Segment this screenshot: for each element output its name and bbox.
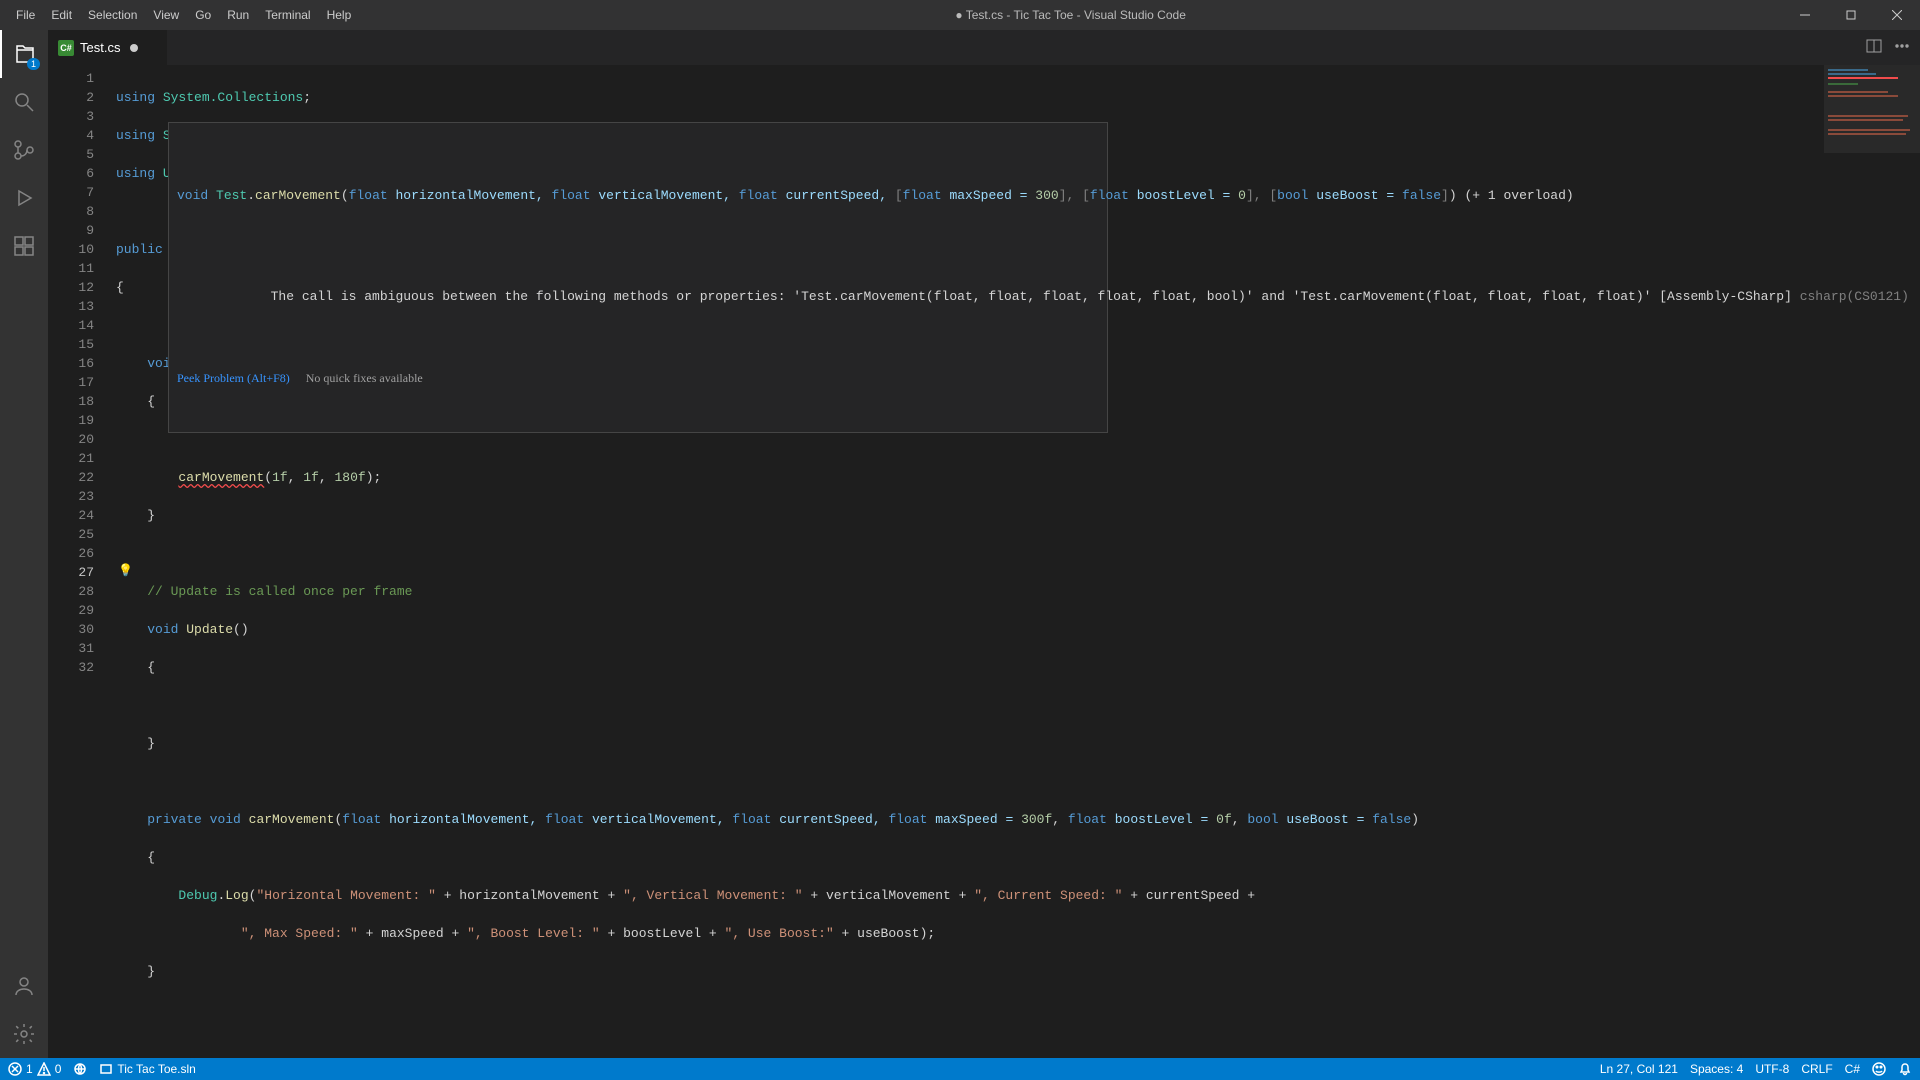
tab-label: Test.cs [80, 40, 120, 55]
status-language[interactable]: C# [1845, 1062, 1860, 1076]
status-feedback-icon[interactable] [1872, 1062, 1886, 1076]
menu-go[interactable]: Go [187, 0, 219, 30]
peek-problem-link[interactable]: Peek Problem (Alt+F8) [177, 369, 290, 388]
status-indent[interactable]: Spaces: 4 [1690, 1062, 1743, 1076]
minimap[interactable] [1824, 65, 1920, 1058]
error-hover-tooltip: void Test.carMovement(float horizontalMo… [168, 122, 1108, 433]
status-solution[interactable]: Tic Tac Toe.sln [99, 1062, 195, 1076]
menu-run[interactable]: Run [219, 0, 257, 30]
hover-signature: void Test.carMovement(float horizontalMo… [177, 167, 1099, 224]
explorer-icon[interactable]: 1 [0, 30, 48, 78]
search-icon[interactable] [0, 78, 48, 126]
menu-help[interactable]: Help [319, 0, 360, 30]
menu-view[interactable]: View [145, 0, 187, 30]
status-live-share-icon[interactable] [73, 1062, 87, 1076]
window-titlebar: File Edit Selection View Go Run Terminal… [0, 0, 1920, 30]
explorer-badge: 1 [27, 58, 40, 70]
window-controls [1782, 0, 1920, 30]
ambiguous-call-error[interactable]: carMovement [178, 470, 264, 485]
line-numbers: 1234567891011121314151617181920212223242… [48, 65, 116, 1058]
status-line-col[interactable]: Ln 27, Col 121 [1600, 1062, 1678, 1076]
editor-tabs: C# Test.cs [48, 30, 1920, 65]
settings-gear-icon[interactable] [0, 1010, 48, 1058]
code-editor[interactable]: 1234567891011121314151617181920212223242… [48, 65, 1920, 1058]
status-eol[interactable]: CRLF [1801, 1062, 1832, 1076]
status-encoding[interactable]: UTF-8 [1755, 1062, 1789, 1076]
more-actions-icon[interactable] [1894, 38, 1910, 57]
activity-bar: 1 [0, 30, 48, 1058]
split-editor-icon[interactable] [1866, 38, 1882, 57]
menu-terminal[interactable]: Terminal [257, 0, 318, 30]
csharp-file-icon: C# [58, 40, 74, 56]
minimize-button[interactable] [1782, 0, 1828, 30]
close-button[interactable] [1874, 0, 1920, 30]
maximize-button[interactable] [1828, 0, 1874, 30]
menu-file[interactable]: File [8, 0, 43, 30]
editor-area: C# Test.cs 12345678910111213141516171819… [48, 30, 1920, 1058]
lightbulb-icon[interactable]: 💡 [118, 563, 133, 577]
minimap-error-marker [1828, 77, 1898, 79]
extensions-icon[interactable] [0, 222, 48, 270]
hover-error-message: The call is ambiguous between the follow… [177, 268, 1099, 325]
run-debug-icon[interactable] [0, 174, 48, 222]
unsaved-indicator-icon [130, 44, 138, 52]
status-problems[interactable]: 1 0 [8, 1062, 61, 1076]
code-content[interactable]: using System.Collections; using System.C… [116, 65, 1920, 1058]
source-control-icon[interactable] [0, 126, 48, 174]
menu-selection[interactable]: Selection [80, 0, 145, 30]
status-bar: 1 0 Tic Tac Toe.sln Ln 27, Col 121 Space… [0, 1058, 1920, 1080]
window-title: ● Test.cs - Tic Tac Toe - Visual Studio … [359, 8, 1782, 22]
menu-bar: File Edit Selection View Go Run Terminal… [0, 0, 359, 30]
status-notifications-icon[interactable] [1898, 1062, 1912, 1076]
menu-edit[interactable]: Edit [43, 0, 80, 30]
accounts-icon[interactable] [0, 962, 48, 1010]
no-quick-fix-label: No quick fixes available [306, 369, 423, 388]
tab-test-cs[interactable]: C# Test.cs [48, 30, 168, 65]
